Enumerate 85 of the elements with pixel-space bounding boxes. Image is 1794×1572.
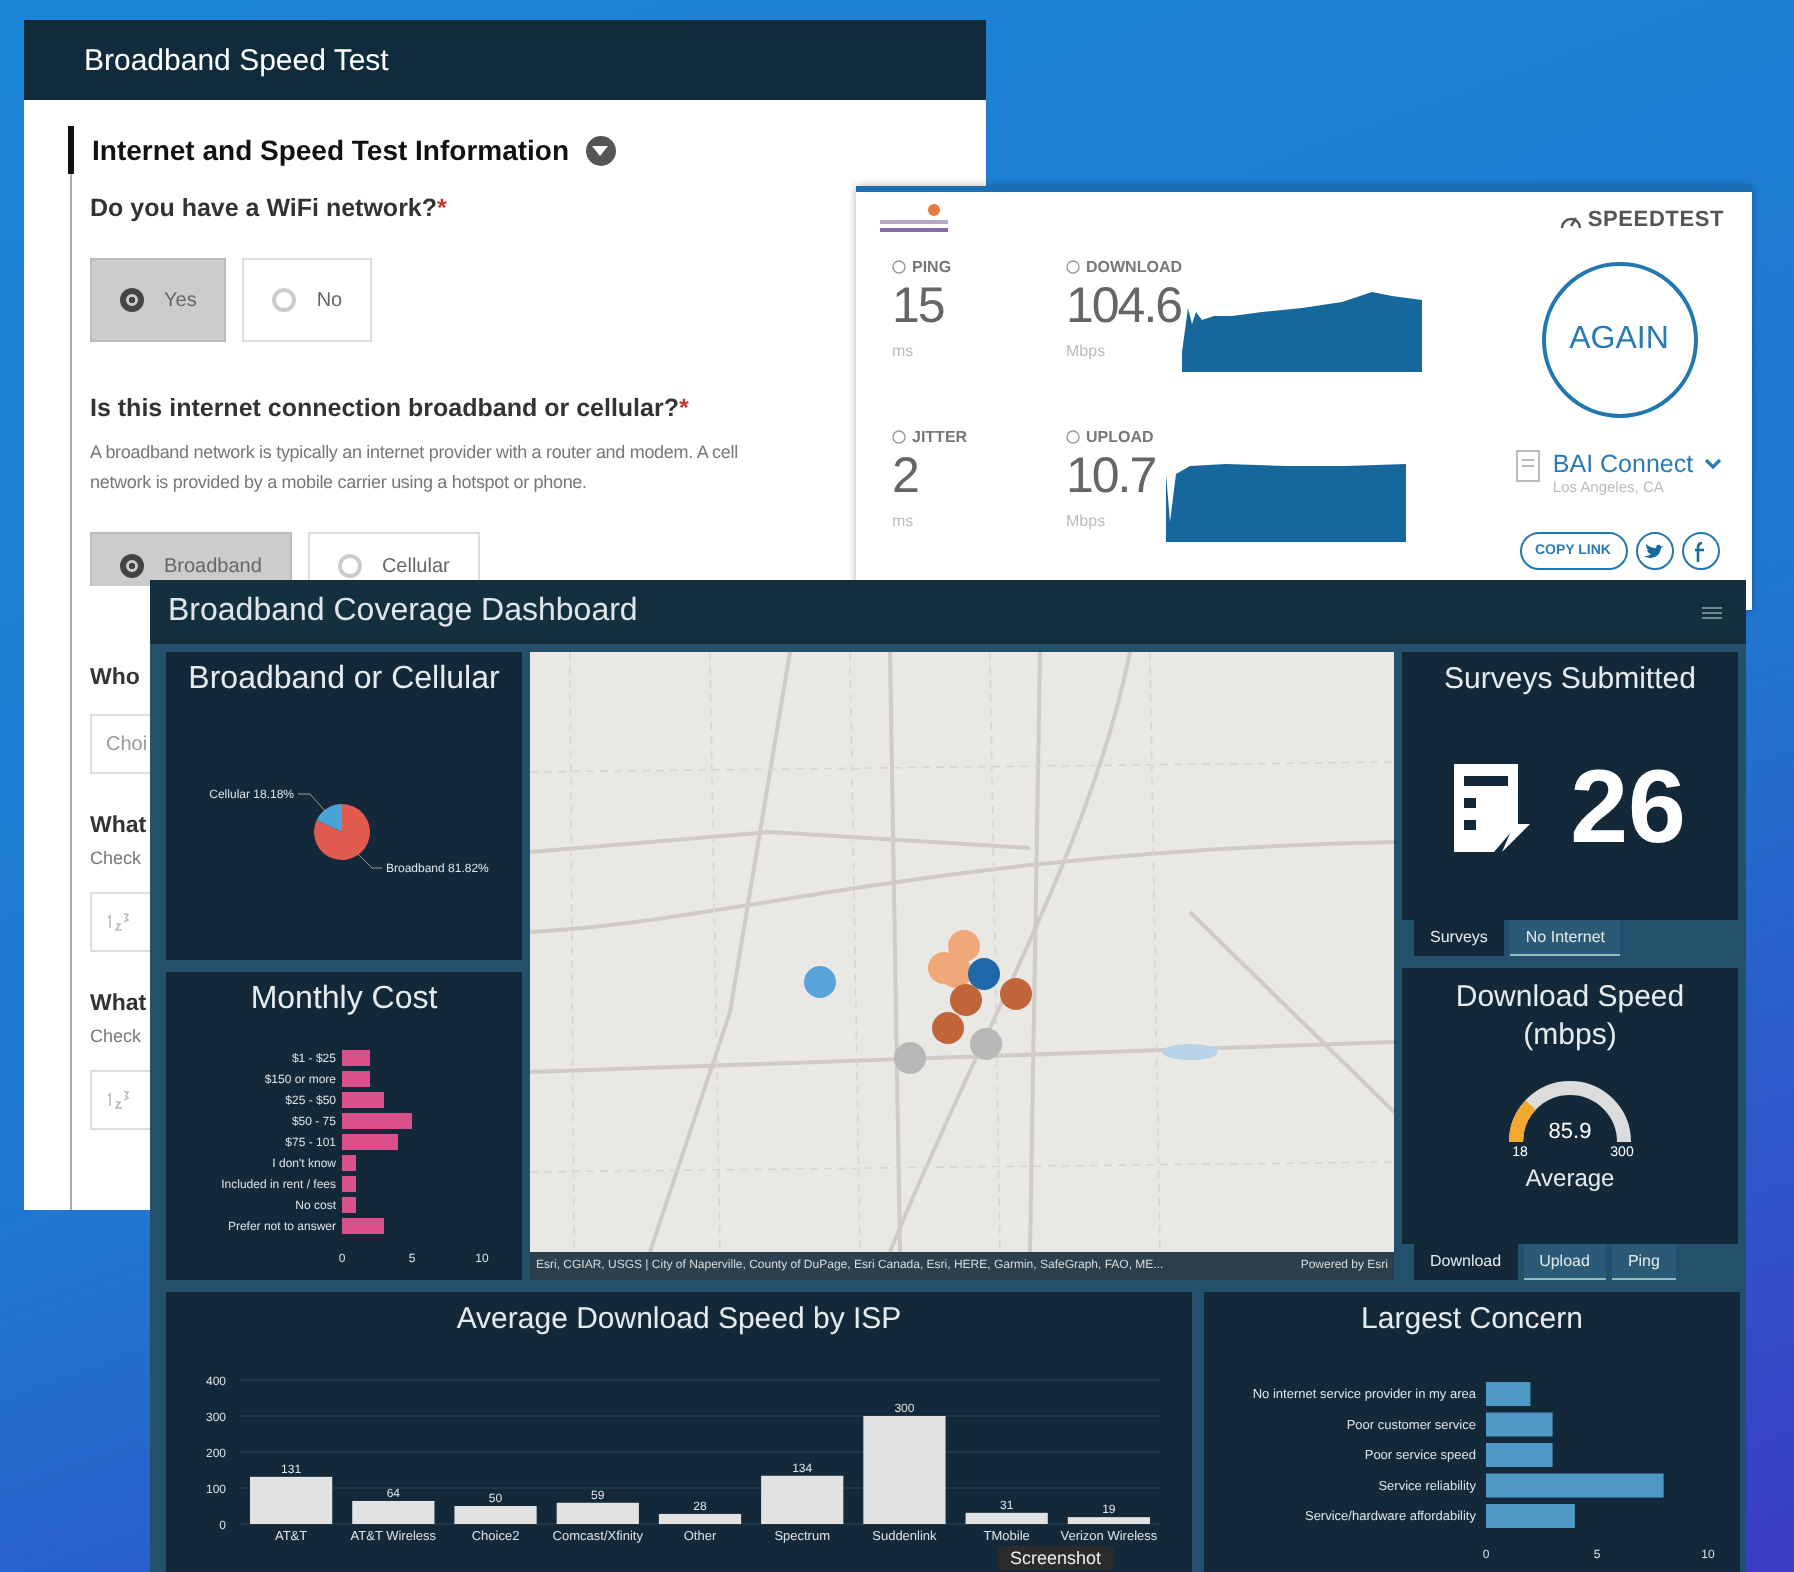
- metric-icon: [892, 430, 906, 444]
- tab[interactable]: Ping: [1611, 1244, 1676, 1280]
- bar: [761, 1475, 844, 1524]
- chevron-icon[interactable]: [1703, 458, 1722, 470]
- bar: [342, 1071, 370, 1087]
- provider-name[interactable]: BAI Connect: [1552, 450, 1694, 478]
- survey-count: 26: [1570, 748, 1686, 868]
- bar: [352, 1500, 435, 1524]
- tab[interactable]: Download: [1414, 1244, 1518, 1280]
- question-label: Is this internet connection broadband or cellular?*: [90, 394, 689, 422]
- bar: [342, 1197, 356, 1213]
- dashboard-title: Broadband Coverage Dashboard: [168, 594, 638, 630]
- bar: [965, 1512, 1048, 1524]
- metric-value: 10.7: [1066, 446, 1158, 506]
- tab[interactable]: No Internet: [1509, 920, 1621, 956]
- bar: [454, 1506, 537, 1524]
- panel-title: Average Download Speed by ISP: [454, 1300, 904, 1340]
- metric-value: 15: [892, 276, 946, 336]
- question-hint: Check: [90, 848, 142, 868]
- f-icon: [1694, 541, 1706, 561]
- server-icon: [1516, 450, 1541, 482]
- panel-title: Largest Concern: [1359, 1300, 1585, 1340]
- question-hint: Check: [90, 1026, 142, 1046]
- bar: [342, 1134, 398, 1150]
- leader-line: [357, 853, 383, 869]
- metric-value: 104.6: [1066, 276, 1182, 336]
- bar: [1486, 1504, 1575, 1528]
- panel-title: Download Speed (mbps): [1453, 978, 1687, 1054]
- number-icon: [106, 912, 130, 932]
- metric-unit: ms: [892, 512, 916, 530]
- brand-name: SPEEDTEST: [1587, 208, 1724, 232]
- metric-icon: [1066, 260, 1080, 274]
- menu-icon[interactable]: [1702, 605, 1722, 619]
- panel-title: Broadband or Cellular: [186, 660, 502, 700]
- question-hint: network is provided by a mobile carrier using a hotspot or phone.: [90, 470, 587, 496]
- form-title: Broadband Speed Test: [84, 43, 389, 77]
- tab[interactable]: Upload: [1523, 1244, 1606, 1280]
- collapse-button[interactable]: [585, 135, 616, 165]
- metric-label: DOWNLOAD: [1086, 258, 1182, 276]
- bar: [250, 1476, 333, 1524]
- caret-icon: [592, 145, 609, 155]
- metric-unit: ms: [892, 342, 916, 360]
- leader-line: [297, 793, 327, 813]
- bar: [556, 1502, 639, 1524]
- bar: [658, 1513, 742, 1524]
- bar: [863, 1416, 946, 1524]
- tab[interactable]: Surveys: [1414, 920, 1504, 956]
- bar: [1486, 1412, 1553, 1437]
- panel-title: Surveys Submitted: [1442, 660, 1698, 700]
- bar: [342, 1218, 384, 1234]
- share-button[interactable]: [1681, 532, 1719, 570]
- metric-icon: [1066, 430, 1080, 444]
- gauge-caption: Average: [1523, 1164, 1617, 1192]
- radio-option[interactable]: Yes: [90, 258, 227, 342]
- metric-unit: Mbps: [1066, 512, 1108, 530]
- bar: [1486, 1443, 1553, 1467]
- bar: [342, 1050, 370, 1066]
- bar: [342, 1113, 412, 1129]
- metric-unit: Mbps: [1066, 342, 1108, 360]
- question-label: Do you have a WiFi network?*: [90, 194, 447, 222]
- question-hint: A broadband network is typically an internet provider with a router and modem. A cell: [90, 440, 738, 466]
- bar: [342, 1155, 356, 1171]
- bar: [342, 1176, 356, 1192]
- bar: [1486, 1382, 1531, 1406]
- radio-option[interactable]: Broadband: [90, 532, 292, 586]
- gauge-value: 85.9: [1548, 1120, 1592, 1144]
- bar: [342, 1092, 384, 1108]
- question-label: What: [90, 814, 147, 838]
- radio-option[interactable]: No: [242, 258, 373, 342]
- number-icon: [106, 1090, 130, 1110]
- metric-icon: [892, 260, 906, 274]
- section-title: Internet and Speed Test Information: [92, 134, 570, 166]
- share-button[interactable]: [1635, 532, 1673, 570]
- again-button[interactable]: AGAIN: [1541, 262, 1697, 418]
- form-icon: [1454, 764, 1531, 852]
- metric-label: JITTER: [912, 428, 968, 446]
- bird-icon: [1644, 543, 1664, 559]
- question-label: Who: [90, 666, 140, 690]
- bar: [1067, 1517, 1150, 1524]
- metric-label: UPLOAD: [1086, 428, 1154, 446]
- metric-value: 2: [892, 446, 920, 506]
- question-label: What: [90, 992, 147, 1016]
- panel-title: Monthly Cost: [248, 980, 440, 1020]
- metric-label: PING: [912, 258, 952, 276]
- tooltip: Screenshot: [998, 1546, 1114, 1570]
